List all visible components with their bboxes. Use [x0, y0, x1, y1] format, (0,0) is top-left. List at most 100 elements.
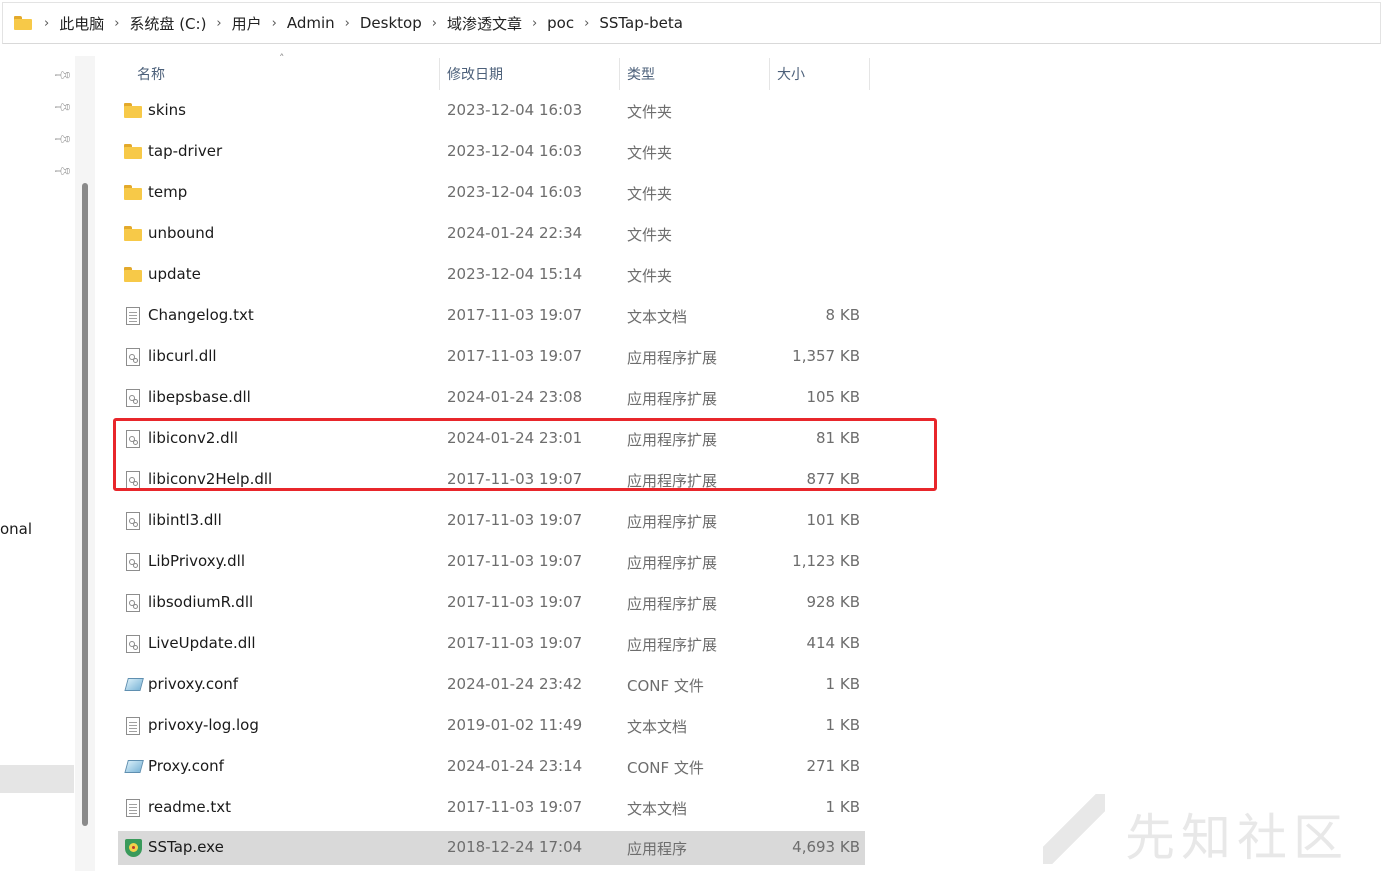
file-date-modified: 2019-01-02 11:49 [447, 716, 583, 734]
file-size: 1,123 KB [792, 552, 860, 570]
nav-scrollbar-thumb[interactable] [82, 183, 88, 826]
chevron-right-icon[interactable]: › [532, 16, 537, 31]
file-row[interactable]: readme.txt 2017-11-03 19:07 文本文档 1 KB [118, 791, 865, 825]
chevron-right-icon[interactable]: › [114, 16, 119, 31]
dll-file-icon [126, 348, 140, 366]
file-date-modified: 2024-01-24 23:01 [447, 429, 583, 447]
file-row[interactable]: privoxy.conf 2024-01-24 23:42 CONF 文件 1 KB [118, 668, 865, 702]
column-divider[interactable] [769, 58, 770, 90]
folder-icon [124, 225, 142, 243]
nav-item-selected[interactable] [0, 765, 74, 793]
file-name: update [148, 265, 201, 283]
file-name: privoxy.conf [148, 675, 239, 693]
breadcrumb-label: poc [547, 14, 575, 32]
file-size: 101 KB [806, 511, 860, 529]
chevron-right-icon[interactable]: › [216, 16, 221, 31]
column-header-type[interactable]: 类型 [627, 58, 767, 90]
column-header-date[interactable]: 修改日期 [447, 58, 617, 90]
text-file-icon [126, 799, 140, 817]
breadcrumb-item[interactable]: › SSTap-beta [574, 14, 683, 32]
file-row[interactable]: libiconv2Help.dll 2017-11-03 19:07 应用程序扩展 8… [118, 463, 865, 497]
nav-item-label[interactable]: onal [0, 520, 32, 538]
file-name: Changelog.txt [148, 306, 254, 324]
folder-icon [124, 184, 142, 202]
chevron-right-icon[interactable]: › [345, 16, 350, 31]
dll-file-icon [126, 389, 140, 407]
file-row[interactable]: tap-driver 2023-12-04 16:03 文件夹 [118, 135, 865, 169]
breadcrumb-item[interactable]: › Admin [262, 14, 335, 32]
dll-file-icon [126, 635, 140, 653]
dll-file-icon [126, 553, 140, 571]
column-divider[interactable] [439, 58, 440, 90]
file-type: 应用程序扩展 [627, 554, 718, 572]
file-type: 文件夹 [627, 144, 673, 162]
file-row[interactable]: LiveUpdate.dll 2017-11-03 19:07 应用程序扩展 414 … [118, 627, 865, 661]
file-row[interactable]: libiconv2.dll 2024-01-24 23:01 应用程序扩展 81 KB [118, 422, 865, 456]
file-row[interactable]: skins 2023-12-04 16:03 文件夹 [118, 94, 865, 128]
conf-file-icon [122, 758, 145, 776]
dll-file-icon [126, 430, 140, 448]
file-row[interactable]: libsodiumR.dll 2017-11-03 19:07 应用程序扩展 928 … [118, 586, 865, 620]
file-size: 271 KB [806, 757, 860, 775]
chevron-right-icon[interactable]: › [432, 16, 437, 31]
file-type: 应用程序扩展 [627, 472, 718, 490]
file-size: 1 KB [825, 798, 860, 816]
breadcrumb-item[interactable]: › poc [522, 14, 574, 32]
dll-file-icon [126, 512, 140, 530]
pin-icon[interactable]: 📌︎ [53, 97, 74, 118]
file-row[interactable]: update 2023-12-04 15:14 文件夹 [118, 258, 865, 292]
file-row[interactable]: libepsbase.dll 2024-01-24 23:08 应用程序扩展 105 … [118, 381, 865, 415]
file-type: 文件夹 [627, 267, 673, 285]
pin-icon[interactable]: 📌︎ [53, 65, 74, 86]
file-name: SSTap.exe [148, 838, 224, 856]
file-row[interactable]: privoxy-log.log 2019-01-02 11:49 文本文档 1 KB [118, 709, 865, 743]
pin-icon[interactable]: 📌︎ [53, 161, 74, 182]
chevron-right-icon[interactable]: › [44, 16, 49, 31]
file-row[interactable]: LibPrivoxy.dll 2017-11-03 19:07 应用程序扩展 1,12… [118, 545, 865, 579]
file-row[interactable]: libintl3.dll 2017-11-03 19:07 应用程序扩展 101 KB [118, 504, 865, 538]
breadcrumb-item[interactable]: › Desktop [335, 14, 422, 32]
watermark-text: 先知社区 [1125, 809, 1349, 867]
breadcrumb-label: 此电脑 [59, 14, 105, 33]
file-type: 应用程序扩展 [627, 513, 718, 531]
column-header-name[interactable]: 名称 [137, 58, 437, 90]
file-row[interactable]: Changelog.txt 2017-11-03 19:07 文本文档 8 KB [118, 299, 865, 333]
conf-file-icon [122, 676, 145, 694]
file-name: libcurl.dll [148, 347, 217, 365]
file-type: 文本文档 [627, 718, 688, 736]
file-date-modified: 2023-12-04 16:03 [447, 142, 583, 160]
file-name: readme.txt [148, 798, 232, 816]
file-date-modified: 2017-11-03 19:07 [447, 798, 583, 816]
file-size: 928 KB [806, 593, 860, 611]
breadcrumb-label: Admin [286, 14, 335, 32]
chevron-right-icon[interactable]: › [584, 16, 589, 31]
breadcrumb-item[interactable]: › 域渗透文章 [422, 13, 522, 34]
breadcrumb-item[interactable]: › 此电脑 [36, 13, 104, 34]
file-name: LiveUpdate.dll [148, 634, 256, 652]
dll-file-icon [126, 471, 140, 489]
breadcrumb-item[interactable]: › 系统盘 (C:) [104, 13, 206, 34]
column-header-size[interactable]: 大小 [777, 58, 867, 90]
chevron-right-icon[interactable]: › [272, 16, 277, 31]
file-row[interactable]: unbound 2024-01-24 22:34 文件夹 [118, 217, 865, 251]
file-size: 4,693 KB [792, 838, 860, 856]
file-row[interactable]: Proxy.conf 2024-01-24 23:14 CONF 文件 271 KB [118, 750, 865, 784]
column-divider[interactable] [619, 58, 620, 90]
file-name: unbound [148, 224, 215, 242]
file-name: LibPrivoxy.dll [148, 552, 245, 570]
pin-icon[interactable]: 📌︎ [53, 129, 74, 150]
file-row[interactable]: libcurl.dll 2017-11-03 19:07 应用程序扩展 1,357 K… [118, 340, 865, 374]
file-date-modified: 2017-11-03 19:07 [447, 511, 583, 529]
file-type: 应用程序 [627, 840, 688, 858]
address-bar[interactable]: › 此电脑 › 系统盘 (C:) › 用户 › Admin › Desktop › 域渗透文章 › poc… [2, 2, 1381, 44]
file-size: 877 KB [806, 470, 860, 488]
file-size: 105 KB [806, 388, 860, 406]
file-size: 1 KB [825, 675, 860, 693]
file-date-modified: 2024-01-24 22:34 [447, 224, 583, 242]
text-file-icon [126, 307, 140, 325]
breadcrumb-item[interactable]: › 用户 [206, 13, 261, 34]
file-row[interactable]: temp 2023-12-04 16:03 文件夹 [118, 176, 865, 210]
file-row[interactable]: SSTap.exe 2018-12-24 17:04 应用程序 4,693 KB [118, 831, 865, 865]
column-divider[interactable] [869, 58, 870, 90]
file-type: 应用程序扩展 [627, 349, 718, 367]
